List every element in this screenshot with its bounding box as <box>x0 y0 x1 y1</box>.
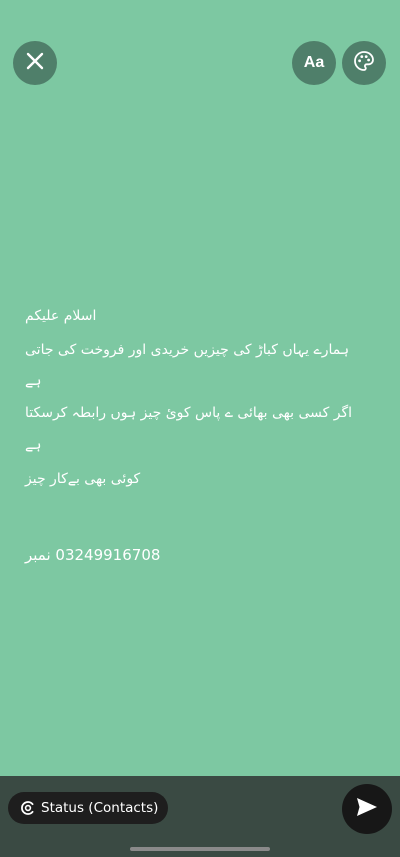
message-line: ہمارے یہاں کباڑ کی چیزیں خریدی اور فروخت… <box>25 342 350 358</box>
send-button[interactable] <box>342 784 392 834</box>
message-line: اسلام علیکم <box>25 308 97 324</box>
message-line: اگر کسی بھی بھائی ے پاس کوئ چیز ہوں رابط… <box>25 405 353 421</box>
home-indicator <box>130 847 270 851</box>
status-audience-button[interactable]: Status (Contacts) <box>8 792 168 824</box>
status-icon <box>19 800 36 817</box>
palette-icon <box>353 50 375 76</box>
message-line: کوئی بھی بےکار چیز <box>25 471 141 487</box>
bottom-bar: Status (Contacts) <box>0 776 400 857</box>
close-button[interactable] <box>13 41 57 85</box>
message-line: ہے <box>25 437 42 453</box>
color-palette-button[interactable] <box>342 41 386 85</box>
phone-number-line: 03249916708 نمبر <box>25 546 161 564</box>
font-style-button[interactable]: Aa <box>292 41 336 85</box>
message-line: ہے <box>25 373 42 389</box>
send-icon <box>356 797 378 821</box>
font-style-label: Aa <box>303 54 325 71</box>
status-label: Status (Contacts) <box>41 800 159 816</box>
close-icon <box>26 52 44 74</box>
